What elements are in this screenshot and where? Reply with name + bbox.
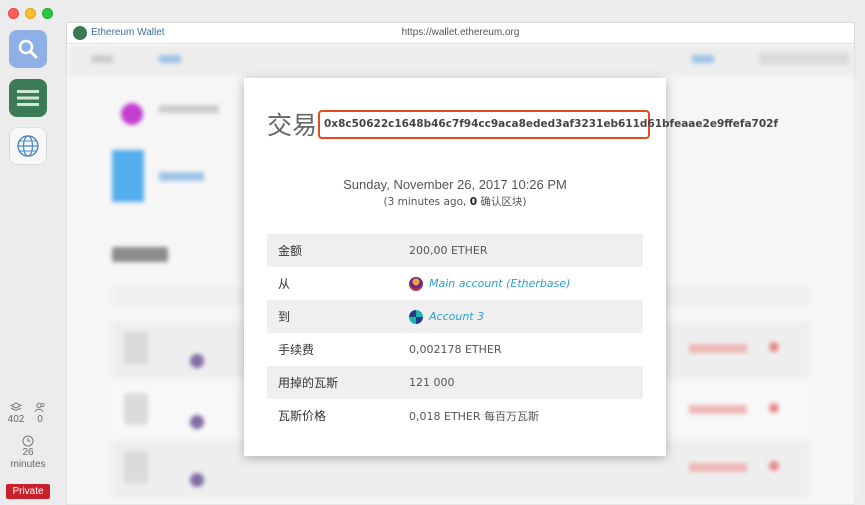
dock-browser-button[interactable] [9, 127, 47, 165]
fee-label: 手续费 [278, 343, 315, 357]
main-account-avatar [409, 276, 423, 291]
fee-row: 手续费 0,002178 ETHER [267, 333, 643, 366]
tx-details-table: 金额 200,00 ETHER 从 Main account (Etherbas… [267, 234, 643, 432]
tx-confirmation-line: (3 minutes ago, 0 确认区块) [244, 194, 666, 209]
tx-ago: (3 minutes ago, [383, 196, 467, 208]
to-row: 到 Account 3 [267, 300, 643, 333]
peers-count: 402 [7, 414, 25, 425]
gas-price-row: 瓦斯价格 0,018 ETHER 每百万瓦斯 [267, 399, 643, 432]
fee-value: 0,002178 ETHER [409, 343, 502, 356]
from-label: 从 [278, 277, 291, 291]
dock-wallet-button[interactable] [9, 79, 47, 117]
last-block-time: 26 minutes [6, 435, 50, 471]
tx-hash[interactable]: 0x8c50622c1648b46c7f94cc9aca8eded3af3231… [324, 118, 778, 130]
gas-used-label: 用掉的瓦斯 [278, 376, 339, 390]
gas-used-row: 用掉的瓦斯 121 000 [267, 366, 643, 399]
gas-used-value: 121 000 [409, 376, 455, 389]
blocks-count: 0 [37, 414, 43, 425]
from-row: 从 Main account (Etherbase) [267, 267, 643, 300]
account-3-avatar [409, 309, 423, 324]
network-stats: 402 0 26 minutes [6, 402, 50, 471]
minimize-window-button[interactable] [25, 8, 36, 19]
tx-hash-highlight: 0x8c50622c1648b46c7f94cc9aca8eded3af3231… [318, 110, 778, 139]
peers-icon [34, 402, 45, 413]
amount-value: 200,00 ETHER [409, 244, 488, 257]
transaction-modal: 交易 0x8c50622c1648b46c7f94cc9aca8eded3af3… [244, 78, 778, 456]
amount-label: 金额 [278, 244, 303, 258]
confirm-count: 0 [469, 196, 478, 208]
time-value: 26 [22, 447, 34, 458]
to-label: 到 [278, 310, 291, 324]
dock-search-button[interactable] [9, 30, 47, 68]
confirm-label: 确认区块) [480, 196, 527, 208]
modal-title: 交易 [267, 111, 318, 140]
clock-icon [22, 435, 34, 447]
wallet-icon [17, 90, 39, 106]
close-window-button[interactable] [8, 8, 19, 19]
search-icon [18, 39, 38, 59]
time-unit: minutes [10, 459, 46, 470]
amount-row: 金额 200,00 ETHER [267, 234, 643, 267]
url-text: https://wallet.ethereum.org [401, 27, 520, 38]
tx-date: Sunday, November 26, 2017 10:26 PM [343, 177, 567, 192]
private-network-badge: Private [6, 484, 50, 499]
to-account-link[interactable]: Account 3 [429, 310, 484, 323]
from-account-link[interactable]: Main account (Etherbase) [429, 277, 570, 290]
layers-icon [10, 402, 22, 412]
app-window: 402 0 26 minutes Private Ethereum Wallet… [0, 0, 865, 505]
peers-stat: 402 [6, 402, 26, 425]
to-value: Account 3 [409, 309, 484, 324]
window-controls [8, 8, 53, 19]
from-value: Main account (Etherbase) [409, 276, 570, 291]
blurred-contract-card [112, 150, 144, 202]
globe-icon [17, 135, 39, 157]
blurred-account-avatar [121, 103, 143, 125]
blocks-stat: 0 [30, 402, 50, 425]
url-bar[interactable]: Ethereum Wallet https://wallet.ethereum.… [67, 23, 854, 44]
gas-price-value: 0,018 ETHER 每百万瓦斯 [409, 409, 540, 423]
zoom-window-button[interactable] [42, 8, 53, 19]
gas-price-label: 瓦斯价格 [278, 409, 327, 423]
blurred-nav [67, 45, 856, 75]
